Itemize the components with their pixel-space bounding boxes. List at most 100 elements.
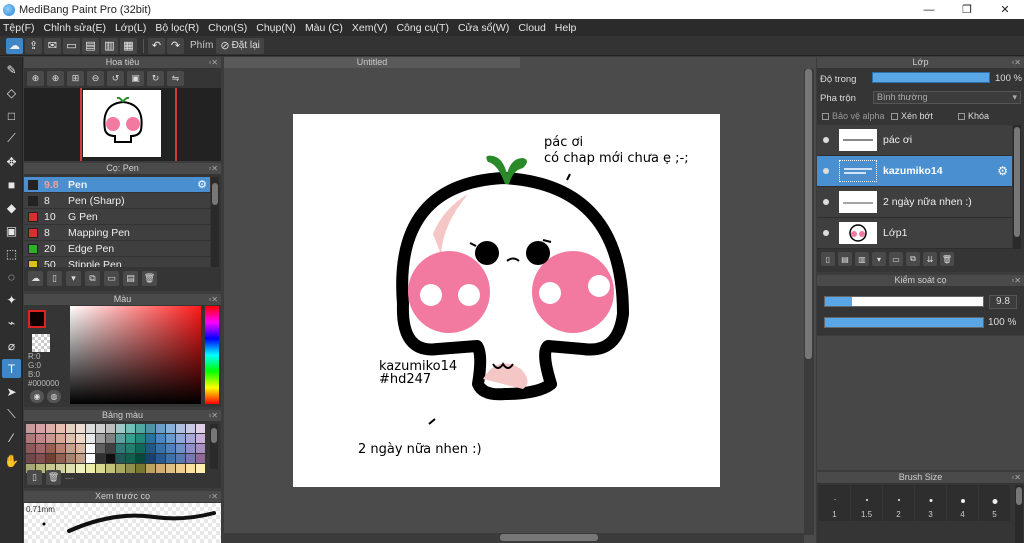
navigator-preview[interactable] (24, 88, 221, 161)
palette-swatch[interactable] (56, 434, 65, 443)
palette-swatch[interactable] (166, 424, 175, 433)
palette-swatch[interactable] (66, 444, 75, 453)
palette-swatch[interactable] (106, 424, 115, 433)
operation-tool-icon[interactable]: ➤ (2, 382, 21, 401)
copy-brush-icon[interactable]: ⧉ (85, 270, 100, 286)
duplicate-layer-icon[interactable]: ⧉ (906, 252, 920, 266)
pin-icon[interactable]: ▫✕ (208, 491, 218, 502)
brush-tool-icon[interactable]: ✎ (2, 60, 21, 79)
trash-icon[interactable]: 🗑 (940, 252, 954, 266)
scroll-thumb[interactable] (211, 428, 217, 443)
menu-snap[interactable]: Chụp(N) (256, 22, 296, 34)
palette-swatch[interactable] (146, 444, 155, 453)
menu-color[interactable]: Màu (C) (305, 22, 343, 34)
brush-size-scrollbar[interactable] (1015, 485, 1023, 543)
palette-swatch[interactable] (116, 434, 125, 443)
scroll-thumb[interactable] (212, 183, 218, 205)
cloud-brush-icon[interactable]: ☁ (28, 270, 43, 286)
canvas-paper[interactable]: pác ơi có chap mới chưa ẹ ;-; kazumiko14… (293, 114, 720, 487)
lasso-tool-icon[interactable]: ◌ (2, 267, 21, 286)
add-layer-menu-icon[interactable]: ▾ (872, 252, 886, 266)
brush-item-g-pen[interactable]: 10 G Pen (24, 209, 210, 225)
clip-checkbox[interactable]: Xén bớt (891, 111, 933, 121)
palette-swatch[interactable] (86, 444, 95, 453)
new-layer-1bit-icon[interactable]: ▥ (855, 252, 869, 266)
palette-swatch[interactable] (166, 434, 175, 443)
trash-icon[interactable]: 🗑 (142, 270, 157, 286)
palette-swatch[interactable] (196, 464, 205, 473)
page-icon[interactable]: ▤ (82, 37, 99, 54)
size-preset[interactable]: 3 (915, 485, 946, 521)
gear-icon[interactable]: ⚙ (997, 164, 1008, 178)
brush-scrollbar[interactable] (211, 177, 219, 267)
palette-swatch[interactable] (176, 424, 185, 433)
protect-alpha-checkbox[interactable]: Bảo vệ alpha (822, 111, 885, 121)
palette-swatch[interactable] (166, 444, 175, 453)
palette-swatch[interactable] (116, 444, 125, 453)
canvas-horizontal-scrollbar[interactable] (224, 533, 804, 543)
palette-swatch[interactable] (46, 454, 55, 463)
palette-swatch[interactable] (136, 424, 145, 433)
palette-swatch[interactable] (36, 424, 45, 433)
palette-swatch[interactable] (56, 424, 65, 433)
pin-icon[interactable]: ▫✕ (208, 410, 218, 421)
gradient-tool-icon[interactable]: ▣ (2, 221, 21, 240)
maximize-button[interactable]: ❐ (948, 0, 986, 19)
menu-tools[interactable]: Công cụ(T) (396, 22, 449, 34)
palette-swatch[interactable] (136, 464, 145, 473)
palette-swatch[interactable] (106, 434, 115, 443)
eraser-tool-icon[interactable]: ◇ (2, 83, 21, 102)
brush-opacity-slider[interactable] (824, 317, 984, 328)
palette-swatch[interactable] (196, 434, 205, 443)
palette-swatch[interactable] (186, 424, 195, 433)
palette-swatch[interactable] (86, 434, 95, 443)
palette-swatch[interactable] (66, 454, 75, 463)
zoom-out-icon[interactable]: ⊖ (87, 70, 104, 86)
pin-icon[interactable]: ▫✕ (1011, 275, 1021, 286)
rotate-right-icon[interactable]: ↻ (147, 70, 164, 86)
palette-swatch[interactable] (156, 444, 165, 453)
saturation-value-picker[interactable] (70, 306, 201, 404)
opacity-slider[interactable] (872, 72, 990, 83)
menu-view[interactable]: Xem(V) (352, 22, 388, 34)
select-rect-icon[interactable]: ⬚ (2, 244, 21, 263)
brush-size-slider[interactable] (824, 296, 984, 307)
palette-swatch[interactable] (76, 464, 85, 473)
palette-swatch[interactable] (106, 464, 115, 473)
select-pen-icon[interactable]: ⌁ (2, 313, 21, 332)
palette-swatch[interactable] (156, 454, 165, 463)
background-color-swatch[interactable] (32, 334, 50, 352)
cloud-icon[interactable]: ☁ (6, 37, 23, 54)
menu-select[interactable]: Chọn(S) (208, 22, 247, 34)
palette-swatch[interactable] (46, 444, 55, 453)
menu-cloud[interactable]: Cloud (518, 22, 545, 34)
palette-swatch[interactable] (146, 424, 155, 433)
menu-file[interactable]: Tệp(F) (3, 22, 35, 34)
palette-swatch[interactable] (106, 444, 115, 453)
palette-swatch[interactable] (146, 434, 155, 443)
menu-window[interactable]: Cửa sổ(W) (458, 22, 509, 34)
palette-swatch[interactable] (96, 424, 105, 433)
palette-swatch[interactable] (116, 454, 125, 463)
pin-icon[interactable]: ▫✕ (208, 57, 218, 68)
bucket-tool-icon[interactable]: ◆ (2, 198, 21, 217)
size-preset[interactable]: 2 (883, 485, 914, 521)
layer-item[interactable]: kazumiko14 ⚙ (817, 156, 1012, 187)
grid-icon[interactable]: ▦ (120, 37, 137, 54)
palette-swatch[interactable] (156, 424, 165, 433)
brush-item-edge-pen[interactable]: 20 Edge Pen (24, 241, 210, 257)
palette-swatch[interactable] (136, 454, 145, 463)
brush-item-pen-sharp[interactable]: 8 Pen (Sharp) (24, 193, 210, 209)
visibility-icon[interactable] (823, 168, 829, 174)
scroll-thumb[interactable] (805, 69, 812, 359)
visibility-icon[interactable] (823, 137, 829, 143)
close-button[interactable]: ✕ (986, 0, 1024, 19)
palette-swatch[interactable] (166, 454, 175, 463)
dot-tool-icon[interactable]: ⟋ (2, 129, 21, 148)
divide-tool-icon[interactable]: ⟍ (2, 405, 21, 424)
palette-swatch[interactable] (146, 464, 155, 473)
palette-swatch[interactable] (36, 444, 45, 453)
palette-swatch[interactable] (126, 464, 135, 473)
palette-swatch[interactable] (76, 444, 85, 453)
palette-swatch[interactable] (26, 434, 35, 443)
